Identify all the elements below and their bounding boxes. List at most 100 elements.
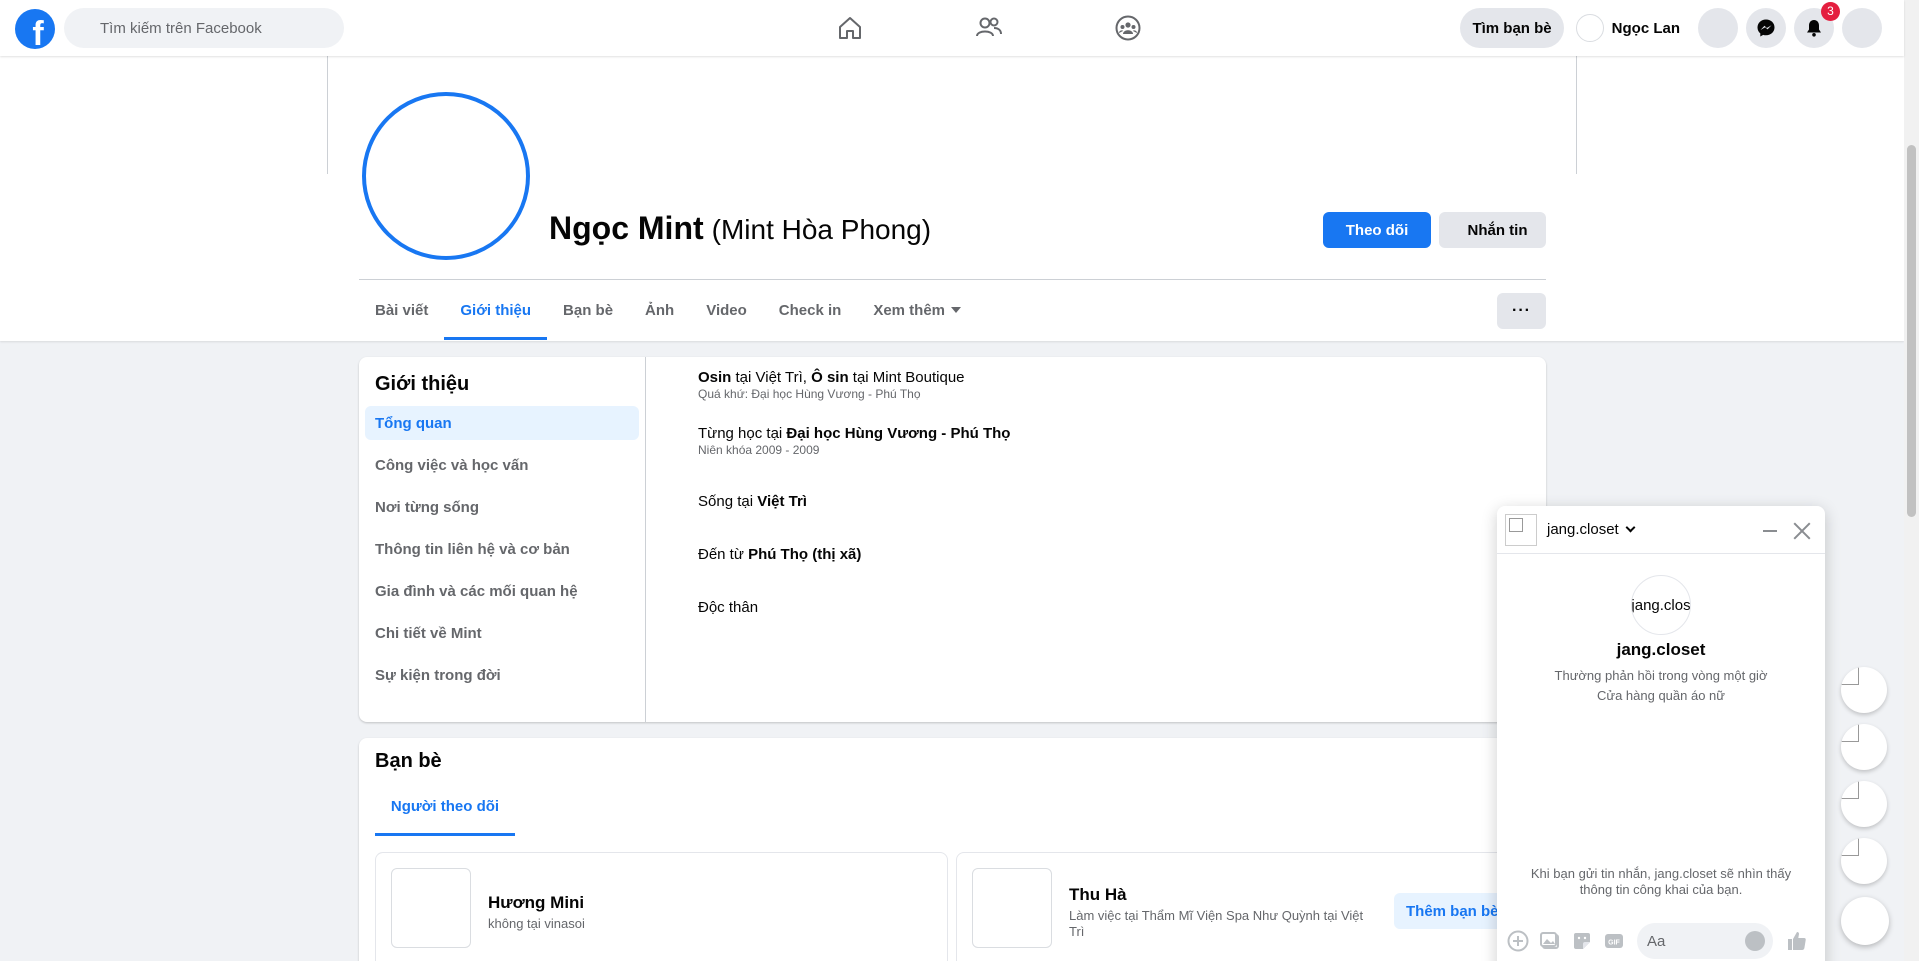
menu-button[interactable]	[1698, 8, 1738, 48]
close-icon[interactable]	[1793, 522, 1811, 540]
relationship-status: Độc thân	[698, 599, 759, 616]
nav-home[interactable]	[780, 0, 919, 56]
lives-line: Sống tại Việt Trì	[698, 493, 1010, 510]
about-menu-life-events[interactable]: Sự kiện trong đời	[365, 658, 639, 692]
about-menu-work-education[interactable]: Công việc và học vấn	[365, 448, 639, 482]
chat-header[interactable]: jang.closet	[1497, 506, 1825, 554]
friend-photo[interactable]	[972, 868, 1052, 948]
messenger-button[interactable]	[1746, 8, 1786, 48]
about-menu-overview[interactable]: Tổng quan	[365, 406, 639, 440]
home-icon	[838, 17, 861, 39]
sticker-button[interactable]	[1569, 928, 1595, 954]
lives-prefix: Sống tại	[698, 493, 758, 510]
chat-head-contact[interactable]	[1841, 781, 1887, 827]
about-content: Osin tại Việt Trì, Ô sin tại Mint Boutiq…	[698, 369, 1010, 636]
friend-card[interactable]: Hương Mini không tại vinasoi	[375, 852, 948, 961]
profile-picture[interactable]	[362, 92, 530, 260]
chat-privacy-note: Khi bạn gửi tin nhắn, jang.closet sẽ nhì…	[1530, 866, 1792, 897]
tab-posts[interactable]: Bài viết	[359, 280, 444, 340]
top-navigation-bar: f Tìm bạn bè Ngọc Lan 3	[0, 0, 1904, 56]
tab-check-ins[interactable]: Check in	[763, 280, 858, 340]
chevron-down-icon	[1625, 522, 1636, 533]
profile-tabs: Bài viết Giới thiệu Bạn bè Ảnh Video Che…	[359, 280, 977, 340]
work-location-1: tại Việt Trì,	[731, 369, 812, 386]
thumbs-up-icon[interactable]	[1785, 929, 1809, 953]
friend-card[interactable]: Thu Hà Làm việc tại Thẩm Mĩ Viện Spa Như…	[956, 852, 1534, 961]
chat-head-contact[interactable]	[1841, 667, 1887, 713]
from-line: Đến từ Phú Thọ (thị xã)	[698, 546, 1010, 563]
profile-display-name: Ngọc Mint	[549, 210, 704, 246]
follow-button[interactable]: Theo dõi	[1323, 212, 1431, 248]
chat-composer: GIF Aa	[1497, 916, 1825, 961]
chat-head-contact[interactable]	[1841, 724, 1887, 770]
new-message-button[interactable]	[1841, 897, 1889, 945]
work-past: Quá khứ: Đại học Hùng Vương - Phú Thọ	[698, 387, 921, 401]
hometown-link[interactable]: Phú Thọ (thị xã)	[748, 546, 861, 563]
lives-info: Sống tại Việt Trì	[698, 493, 1010, 510]
friend-photo[interactable]	[391, 868, 471, 948]
nav-groups[interactable]	[1058, 0, 1197, 56]
chat-contact-name[interactable]: jang.closet	[1547, 521, 1636, 538]
education-info: Từng học tại Đại học Hùng Vương - Phú Th…	[698, 425, 1010, 457]
message-button[interactable]: Nhắn tin	[1439, 212, 1546, 248]
current-city-link[interactable]: Việt Trì	[757, 493, 807, 510]
friends-icon	[975, 17, 1002, 37]
user-name: Ngọc Lan	[1611, 19, 1680, 37]
bell-icon	[1807, 20, 1821, 37]
tab-about[interactable]: Giới thiệu	[444, 280, 547, 340]
friend-subtitle: không tại vinasoi	[488, 916, 585, 931]
facebook-logo[interactable]: f	[15, 9, 55, 49]
education-prefix: Từng học tại	[698, 425, 787, 442]
tab-more-label: Xem thêm	[873, 301, 946, 319]
about-card: Giới thiệu Tổng quan Công việc và học vấ…	[359, 357, 1546, 722]
job-title-2[interactable]: Ô sin	[811, 369, 849, 386]
gif-button[interactable]: GIF	[1601, 928, 1627, 954]
search-box[interactable]	[64, 8, 344, 48]
job-title-1[interactable]: Osin	[698, 369, 731, 386]
chat-avatar-alt-text: jang.clos	[1631, 596, 1691, 614]
nav-friends[interactable]	[919, 0, 1058, 56]
cover-edge-left	[327, 56, 328, 174]
page-scrollbar[interactable]	[1904, 0, 1919, 961]
scrollbar-thumb[interactable]	[1907, 145, 1916, 517]
from-info: Đến từ Phú Thọ (thị xã)	[698, 546, 1010, 563]
school-link[interactable]: Đại học Hùng Vương - Phú Thọ	[786, 425, 1010, 442]
relationship-info: Độc thân	[698, 599, 1010, 616]
profile-alternate-name: (Mint Hòa Phong)	[711, 214, 932, 245]
chat-message-input[interactable]: Aa	[1637, 923, 1773, 959]
chat-page-category: Cửa hàng quần áo nữ	[1596, 688, 1725, 703]
profile-shortcut[interactable]: Ngọc Lan	[1572, 8, 1690, 48]
more-options-button[interactable]: ···	[1497, 293, 1546, 329]
emoji-icon[interactable]	[1745, 931, 1765, 951]
about-menu-details[interactable]: Chi tiết về Mint	[365, 616, 639, 650]
search-input[interactable]	[100, 19, 320, 37]
tab-videos[interactable]: Video	[690, 280, 763, 340]
facebook-logo-letter: f	[32, 15, 44, 49]
chat-head-contact[interactable]	[1841, 838, 1887, 884]
sticker-icon	[1574, 933, 1590, 949]
tab-friends[interactable]: Bạn bè	[547, 280, 629, 340]
gif-icon: GIF	[1605, 934, 1623, 948]
tab-photos[interactable]: Ảnh	[629, 280, 690, 340]
about-menu-family[interactable]: Gia đình và các mối quan hệ	[365, 574, 639, 608]
minimize-icon[interactable]	[1763, 530, 1777, 532]
friend-name[interactable]: Hương Mini	[488, 893, 584, 913]
plus-button[interactable]	[1505, 928, 1531, 954]
chat-contact-title: jang.closet	[1616, 640, 1706, 659]
find-friends-button[interactable]: Tìm bạn bè	[1460, 8, 1564, 48]
notifications-button[interactable]: 3	[1794, 2, 1840, 48]
account-avatar-button[interactable]	[1842, 8, 1882, 48]
tab-more[interactable]: Xem thêm	[857, 280, 977, 340]
cover-edge-right	[1576, 56, 1577, 174]
caret-down-icon	[951, 307, 962, 313]
friend-name[interactable]: Thu Hà	[1069, 885, 1127, 905]
about-title: Giới thiệu	[375, 373, 470, 395]
profile-header: Ngọc Mint (Mint Hòa Phong) Theo dõi Nhắn…	[0, 56, 1904, 341]
main-navigation	[780, 0, 1197, 56]
chat-contact-label: jang.closet	[1547, 521, 1619, 538]
tab-followers[interactable]: Người theo dõi	[375, 780, 515, 836]
about-menu-places-lived[interactable]: Nơi từng sống	[365, 490, 639, 524]
photo-button[interactable]	[1537, 928, 1563, 954]
chat-contact-thumbnail	[1505, 513, 1537, 546]
about-menu-contact-basic[interactable]: Thông tin liên hệ và cơ bản	[365, 532, 639, 566]
